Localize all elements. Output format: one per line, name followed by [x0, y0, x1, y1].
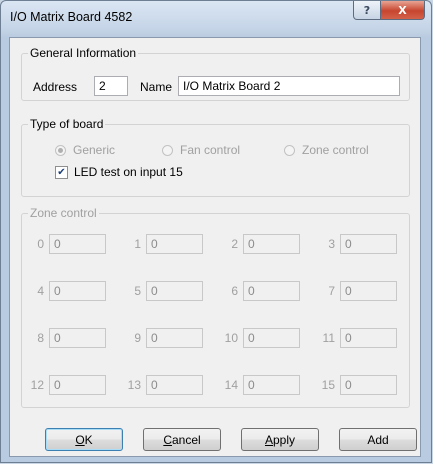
- zone-0-label: 0: [37, 237, 44, 251]
- zone-7-input[interactable]: [340, 281, 397, 301]
- caption-buttons: ? X: [353, 1, 425, 20]
- help-button[interactable]: ?: [353, 1, 381, 20]
- radio-zone-control-label: Zone control: [302, 143, 369, 157]
- window-title: I/O Matrix Board 4582: [10, 10, 133, 24]
- apply-label-rest: pply: [273, 432, 296, 447]
- zone-5-label: 5: [134, 284, 141, 298]
- zone-3-label: 3: [328, 237, 335, 251]
- radio-fan-control-dot: [162, 144, 173, 156]
- cancel-mnemonic: C: [163, 432, 172, 447]
- title-bar[interactable]: I/O Matrix Board 4582 ? X: [1, 1, 431, 37]
- zone-2-label: 2: [231, 237, 238, 251]
- zone-9-input[interactable]: [146, 328, 203, 348]
- zone-15-label: 15: [321, 378, 335, 392]
- cancel-label-rest: ancel: [171, 432, 201, 447]
- board-type-group: Type of board Generic Fan control Zone c…: [21, 117, 410, 197]
- zone-2-input[interactable]: [243, 234, 300, 254]
- zone-12-input[interactable]: [49, 375, 106, 395]
- radio-zone-control[interactable]: Zone control: [284, 143, 369, 157]
- zone-10-label: 10: [224, 331, 238, 345]
- dialog-client-area: General Information Address Name Type of…: [9, 37, 421, 457]
- zone-8-input[interactable]: [49, 328, 106, 348]
- ok-button[interactable]: OK: [45, 428, 123, 451]
- zone-7-label: 7: [328, 284, 335, 298]
- apply-button[interactable]: Apply: [241, 428, 319, 451]
- name-label: Name: [140, 80, 173, 94]
- radio-generic-label: Generic: [73, 143, 116, 157]
- radio-fan-control-label: Fan control: [180, 143, 241, 157]
- name-input[interactable]: [178, 76, 400, 96]
- cancel-button[interactable]: Cancel: [143, 428, 221, 451]
- apply-mnemonic: A: [264, 432, 273, 447]
- zone-6-label: 6: [231, 284, 238, 298]
- zone-12-label: 12: [30, 378, 44, 392]
- zone-5-input[interactable]: [146, 281, 203, 301]
- checkmark-icon: ✔: [55, 165, 68, 179]
- radio-generic-dot: [55, 144, 66, 156]
- zone-13-label: 13: [127, 378, 141, 392]
- zone-9-label: 9: [134, 331, 141, 345]
- add-button[interactable]: Add: [339, 428, 417, 451]
- zone-13-input[interactable]: [146, 375, 203, 395]
- radio-zone-control-dot: [284, 144, 295, 156]
- zone-1-input[interactable]: [146, 234, 203, 254]
- zone-0-input[interactable]: [49, 234, 106, 254]
- radio-fan-control[interactable]: Fan control: [162, 143, 240, 157]
- zone-8-label: 8: [37, 331, 44, 345]
- zone-14-input[interactable]: [243, 375, 300, 395]
- general-information-group: General Information Address Name: [21, 46, 410, 101]
- address-input[interactable]: [94, 76, 128, 96]
- zone-4-label: 4: [37, 284, 44, 298]
- zone-14-label: 14: [224, 378, 238, 392]
- zone-1-label: 1: [134, 237, 141, 251]
- board-type-legend: Type of board: [30, 117, 104, 131]
- zone-4-input[interactable]: [49, 281, 106, 301]
- zone-6-input[interactable]: [243, 281, 300, 301]
- led-test-label: LED test on input 15: [74, 165, 183, 179]
- close-button[interactable]: X: [381, 1, 425, 20]
- zone-11-label: 11: [322, 331, 335, 345]
- radio-generic[interactable]: Generic: [55, 143, 115, 157]
- zone-11-input[interactable]: [340, 328, 397, 348]
- zone-control-legend: Zone control: [30, 206, 97, 220]
- close-icon: X: [398, 3, 407, 17]
- ok-mnemonic: O: [75, 432, 85, 447]
- zone-10-input[interactable]: [243, 328, 300, 348]
- zone-3-input[interactable]: [340, 234, 397, 254]
- dialog-window: I/O Matrix Board 4582 ? X General Inform…: [0, 0, 432, 463]
- zone-15-input[interactable]: [340, 375, 397, 395]
- ok-label-rest: K: [84, 432, 93, 447]
- led-test-checkbox[interactable]: ✔ LED test on input 15: [55, 165, 183, 179]
- help-icon: ?: [363, 3, 371, 17]
- address-label: Address: [33, 80, 78, 94]
- zone-control-group: Zone control 0123456789101112131415: [21, 206, 410, 408]
- general-information-legend: General Information: [30, 46, 137, 60]
